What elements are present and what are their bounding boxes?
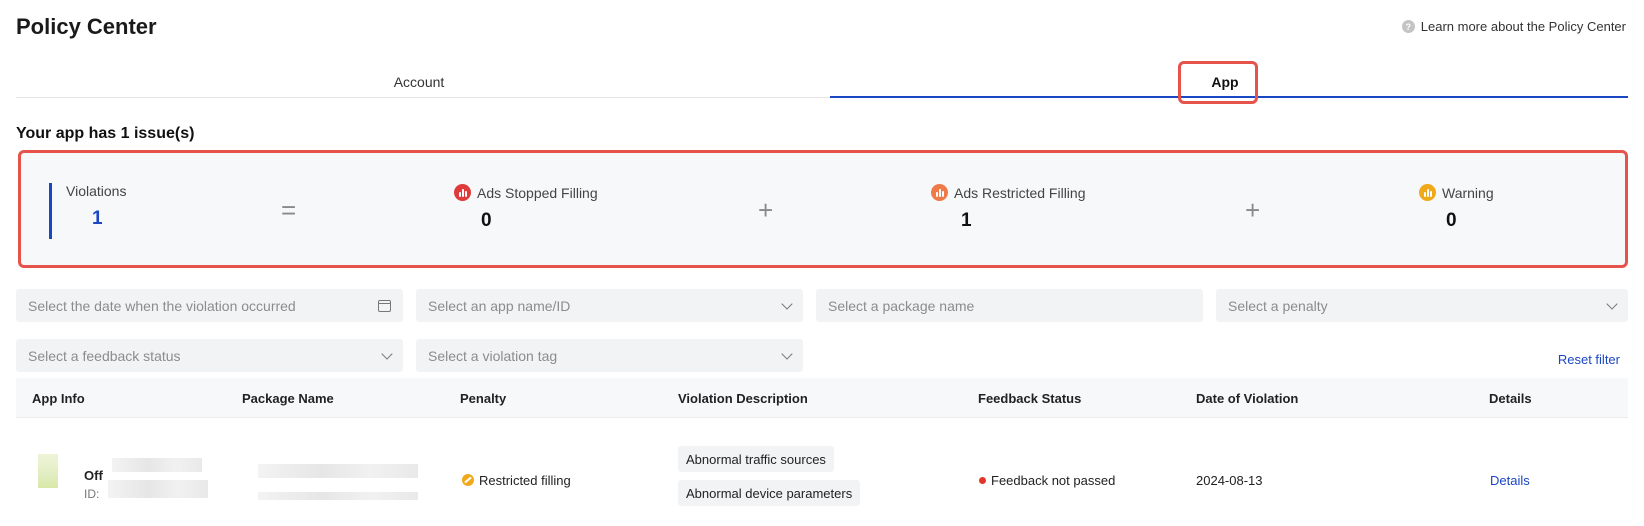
learn-more-label: Learn more about the Policy Center xyxy=(1420,19,1626,34)
col-package-name: Package Name xyxy=(242,391,334,406)
warning-icon xyxy=(1419,184,1436,201)
col-penalty: Penalty xyxy=(460,391,507,406)
plus-sign-2: + xyxy=(1245,195,1261,225)
app-name: Off xyxy=(84,468,103,483)
reset-filter-link[interactable]: Reset filter xyxy=(1558,352,1620,367)
help-icon: ? xyxy=(1401,20,1415,33)
violation-tag: Abnormal device parameters xyxy=(678,480,861,506)
calendar-icon xyxy=(378,299,391,312)
violation-summary: Violations 1 = Ads Stopped Filling 0 + A… xyxy=(18,150,1628,268)
ads-stopped-icon xyxy=(454,184,471,201)
redacted-package-name xyxy=(258,464,418,478)
table-row: Off ID: Restricted filling Abnormal traf… xyxy=(16,418,1628,526)
date-filter[interactable]: Select the date when the violation occur… xyxy=(16,289,403,322)
col-date-of-violation: Date of Violation xyxy=(1196,391,1299,406)
feedback-status: Feedback not passed xyxy=(979,473,1115,488)
tab-account[interactable]: Account xyxy=(16,62,822,97)
metric-warning: Warning 0 xyxy=(1419,184,1494,232)
metric-ads-stopped: Ads Stopped Filling 0 xyxy=(454,184,598,232)
violation-tag-filter[interactable]: Select a violation tag xyxy=(416,339,803,372)
violations-label: Violations xyxy=(66,183,127,199)
tab-app[interactable]: App xyxy=(822,62,1628,98)
chevron-down-icon xyxy=(381,347,393,360)
penalty-cell: Restricted filling xyxy=(462,473,571,488)
col-violation-description: Violation Description xyxy=(678,391,808,406)
ads-stopped-label: Ads Stopped Filling xyxy=(477,184,598,201)
ads-restricted-icon xyxy=(931,184,948,201)
chevron-down-icon xyxy=(781,347,793,360)
app-filter[interactable]: Select an app name/ID xyxy=(416,289,803,322)
col-details: Details xyxy=(1489,391,1532,406)
warning-label: Warning xyxy=(1442,184,1494,201)
redacted-app-id xyxy=(108,480,208,498)
app-icon xyxy=(38,454,58,488)
plus-sign-1: + xyxy=(758,195,774,225)
ads-restricted-value: 1 xyxy=(961,210,972,231)
feedback-filter[interactable]: Select a feedback status xyxy=(16,339,403,372)
redacted-app-name xyxy=(112,458,202,472)
tab-bar: Account App xyxy=(16,62,1628,98)
ads-stopped-value: 0 xyxy=(481,210,492,231)
app-id-label: ID: xyxy=(84,487,100,501)
chevron-down-icon xyxy=(1606,297,1618,310)
issue-count-title: Your app has 1 issue(s) xyxy=(16,125,195,142)
violation-date: 2024-08-13 xyxy=(1196,473,1263,488)
warning-value: 0 xyxy=(1446,210,1457,231)
metric-violations: Violations 1 xyxy=(49,183,126,239)
status-dot-icon xyxy=(979,477,986,484)
learn-more-link[interactable]: ? Learn more about the Policy Center xyxy=(1401,19,1626,34)
equals-sign: = xyxy=(281,195,297,225)
details-link[interactable]: Details xyxy=(1490,473,1530,488)
package-filter[interactable]: Select a package name xyxy=(816,289,1203,322)
col-app-info: App Info xyxy=(32,391,85,406)
chevron-down-icon xyxy=(781,297,793,310)
redacted-package-name-line xyxy=(258,492,418,500)
violations-value: 1 xyxy=(92,208,103,229)
col-feedback-status: Feedback Status xyxy=(978,391,1082,406)
page-title: Policy Center xyxy=(16,14,157,39)
restricted-icon xyxy=(462,474,474,486)
ads-restricted-label: Ads Restricted Filling xyxy=(954,184,1086,201)
table-header: App Info Package Name Penalty Violation … xyxy=(16,378,1628,418)
penalty-filter[interactable]: Select a penalty xyxy=(1216,289,1628,322)
metric-ads-restricted: Ads Restricted Filling 1 xyxy=(931,184,1086,232)
violation-tag: Abnormal traffic sources xyxy=(678,446,834,472)
